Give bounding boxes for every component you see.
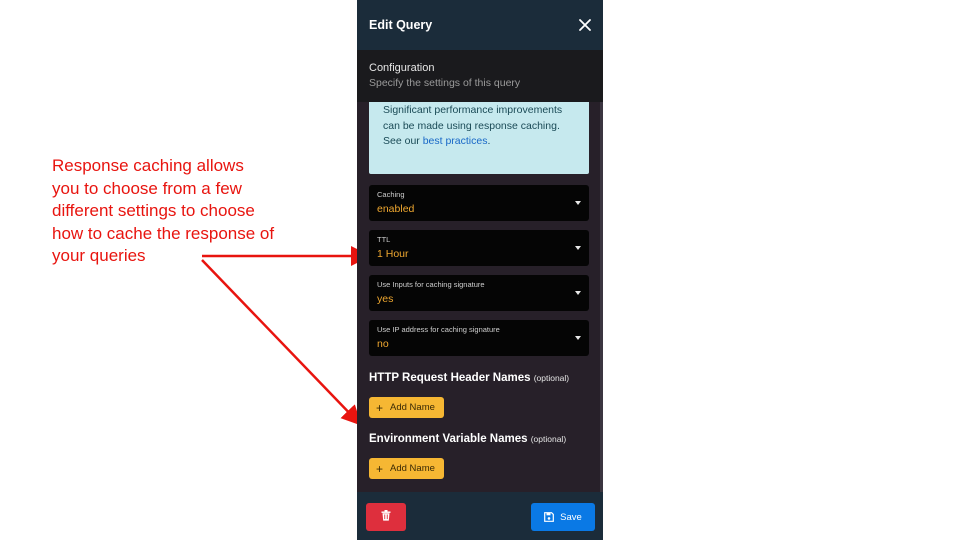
- inputs-signature-select[interactable]: Use Inputs for caching signature yes: [369, 275, 589, 311]
- annotation-line: different settings to choose: [52, 201, 255, 220]
- add-http-header-button[interactable]: + Add Name: [369, 397, 444, 418]
- select-value: no: [377, 338, 389, 350]
- edit-query-panel: Edit Query Configuration Specify the set…: [357, 0, 603, 540]
- select-value: 1 Hour: [377, 248, 409, 260]
- http-headers-title: HTTP Request Header Names (optional): [369, 372, 569, 384]
- delete-button[interactable]: [366, 503, 406, 531]
- caret-down-icon: [575, 336, 581, 340]
- annotation-line: Response caching allows: [52, 156, 244, 175]
- caret-down-icon: [575, 246, 581, 250]
- select-label: Use Inputs for caching signature: [377, 280, 485, 289]
- plus-icon: +: [376, 461, 384, 476]
- optional-label: (optional): [530, 434, 567, 444]
- save-label: Save: [560, 511, 582, 523]
- select-label: Caching: [377, 190, 405, 199]
- add-name-label: Add Name: [390, 463, 435, 474]
- scrollbar[interactable]: [600, 102, 603, 492]
- ttl-select[interactable]: TTL 1 Hour: [369, 230, 589, 266]
- floppy-disk-icon: [544, 512, 555, 522]
- info-suffix: .: [487, 135, 491, 148]
- configuration-title: Configuration: [369, 62, 435, 74]
- select-label: Use IP address for caching signature: [377, 325, 500, 334]
- configuration-section: Configuration Specify the settings of th…: [357, 50, 603, 102]
- panel-header: Edit Query: [357, 0, 603, 50]
- ip-signature-select[interactable]: Use IP address for caching signature no: [369, 320, 589, 356]
- annotation-line: how to cache the response of: [52, 223, 275, 243]
- add-name-label: Add Name: [390, 402, 435, 413]
- annotation-text: Response caching allows you to choose fr…: [52, 155, 312, 268]
- caching-info-box: Significant performance improvements can…: [369, 102, 589, 174]
- panel-footer: Save: [357, 492, 603, 540]
- configuration-subtitle: Specify the settings of this query: [369, 77, 521, 89]
- caret-down-icon: [575, 291, 581, 295]
- add-env-var-button[interactable]: + Add Name: [369, 458, 444, 479]
- panel-title: Edit Query: [369, 18, 433, 32]
- optional-label: (optional): [533, 373, 570, 383]
- select-value: enabled: [377, 203, 415, 215]
- annotation-line: you to choose from a few: [52, 178, 242, 198]
- caching-select[interactable]: Caching enabled: [369, 185, 589, 221]
- trash-icon: [381, 508, 391, 526]
- http-headers-title-text: HTTP Request Header Names: [369, 372, 531, 384]
- best-practices-link[interactable]: best practices: [423, 135, 488, 147]
- select-label: TTL: [377, 235, 391, 244]
- select-value: yes: [377, 293, 394, 305]
- env-vars-title-text: Environment Variable Names: [369, 433, 528, 445]
- plus-icon: +: [376, 400, 384, 415]
- arrow-to-http-headers: [201, 259, 362, 426]
- close-icon[interactable]: [579, 16, 591, 34]
- caret-down-icon: [575, 201, 581, 205]
- env-vars-title: Environment Variable Names (optional): [369, 433, 566, 445]
- annotation-line: your queries: [52, 246, 146, 265]
- save-button[interactable]: Save: [531, 503, 595, 531]
